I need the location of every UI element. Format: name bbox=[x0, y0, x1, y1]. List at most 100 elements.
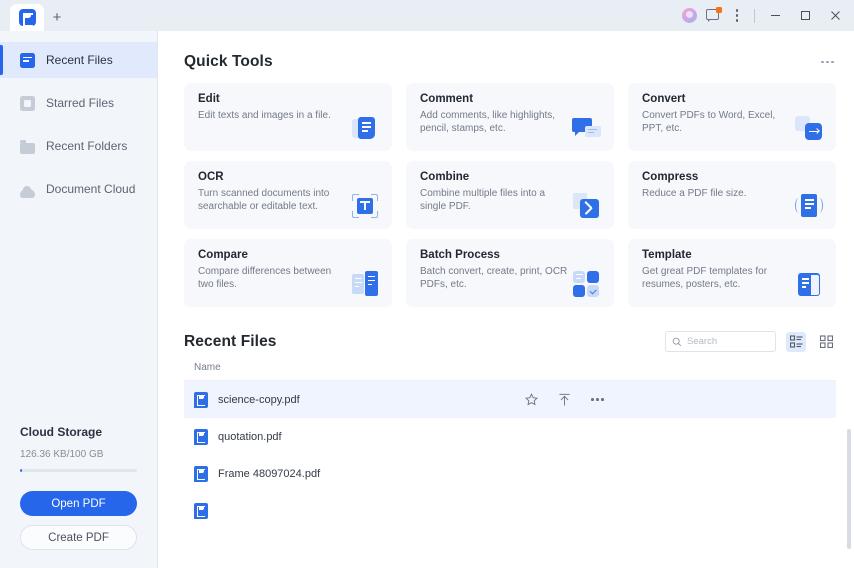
file-name: science-copy.pdf bbox=[218, 393, 300, 406]
tab-active[interactable] bbox=[10, 4, 44, 31]
sidebar-item-label: Starred Files bbox=[46, 96, 115, 110]
cloud-storage-title: Cloud Storage bbox=[20, 425, 103, 439]
divider bbox=[754, 8, 755, 23]
cloud-storage-section: Cloud Storage 126.36 KB/100 GB Open PDF … bbox=[0, 425, 157, 568]
tool-card-convert[interactable]: Convert Convert PDFs to Word, Excel, PPT… bbox=[628, 83, 836, 151]
compare-icon bbox=[350, 269, 380, 299]
tool-title: Comment bbox=[420, 93, 474, 105]
tool-card-compare[interactable]: Compare Compare differences between two … bbox=[184, 239, 392, 307]
tool-description: Convert PDFs to Word, Excel, PPT, etc. bbox=[642, 110, 776, 135]
pdf-file-icon bbox=[194, 391, 208, 408]
tool-card-template[interactable]: Template Get great PDF templates for res… bbox=[628, 239, 836, 307]
tool-description: Edit texts and images in a file. bbox=[198, 110, 331, 121]
tool-title: OCR bbox=[198, 171, 224, 183]
more-horizontal-icon[interactable] bbox=[819, 57, 836, 68]
cloud-storage-progress bbox=[20, 469, 137, 472]
quick-tools-header: Quick Tools bbox=[184, 31, 836, 83]
more-vertical-icon[interactable] bbox=[725, 0, 749, 31]
sidebar: Recent Files Starred Files Recent Folder… bbox=[0, 31, 158, 568]
user-avatar[interactable] bbox=[677, 0, 701, 31]
sidebar-item-label: Recent Folders bbox=[46, 139, 128, 153]
maximize-icon[interactable] bbox=[790, 0, 820, 31]
table-row[interactable]: science-copy.pdf bbox=[184, 381, 836, 418]
tool-card-compress[interactable]: Compress Reduce a PDF file size. bbox=[628, 161, 836, 229]
sidebar-item-recent-files[interactable]: Recent Files bbox=[0, 42, 157, 78]
table-row[interactable]: quotation.pdf bbox=[184, 418, 836, 455]
column-header-name: Name bbox=[184, 362, 836, 381]
tool-card-comment[interactable]: Comment Add comments, like highlights, p… bbox=[406, 83, 614, 151]
tool-description: Batch convert, create, print, OCR PDFs, … bbox=[420, 266, 568, 291]
open-pdf-button[interactable]: Open PDF bbox=[20, 491, 137, 516]
search-box[interactable] bbox=[665, 331, 776, 352]
cloud-storage-usage: 126.36 KB/100 GB bbox=[20, 449, 104, 460]
list-view-icon[interactable] bbox=[786, 331, 806, 352]
grid-view-icon[interactable] bbox=[816, 332, 836, 352]
create-pdf-button[interactable]: Create PDF bbox=[20, 525, 137, 550]
recent-files-toolbar bbox=[665, 331, 836, 352]
close-icon[interactable] bbox=[820, 0, 850, 31]
tool-title: Convert bbox=[642, 93, 686, 105]
page-title: Quick Tools bbox=[184, 53, 273, 70]
pdf-file-icon bbox=[194, 502, 208, 519]
recent-files-header: Recent Files bbox=[184, 307, 836, 362]
star-icon[interactable] bbox=[525, 393, 539, 406]
folder-icon bbox=[20, 140, 35, 154]
quick-tools-grid: Edit Edit texts and images in a file. Co… bbox=[184, 83, 836, 307]
sidebar-item-label: Recent Files bbox=[46, 53, 113, 67]
starred-files-icon bbox=[20, 95, 35, 111]
title-bar: + bbox=[0, 0, 854, 31]
search-input[interactable] bbox=[687, 336, 769, 347]
sidebar-item-recent-folders[interactable]: Recent Folders bbox=[0, 128, 157, 164]
convert-icon bbox=[794, 113, 824, 143]
template-icon bbox=[794, 269, 824, 299]
search-icon bbox=[672, 337, 682, 346]
tool-card-ocr[interactable]: OCR Turn scanned documents into searchab… bbox=[184, 161, 392, 229]
tool-card-edit[interactable]: Edit Edit texts and images in a file. bbox=[184, 83, 392, 151]
app-body: Recent Files Starred Files Recent Folder… bbox=[0, 31, 854, 568]
file-name: quotation.pdf bbox=[218, 430, 282, 443]
file-list: science-copy.pdf quotation.pdf Frame 480… bbox=[184, 381, 836, 529]
comment-icon bbox=[572, 113, 602, 143]
tool-description: Reduce a PDF file size. bbox=[642, 188, 747, 199]
upload-icon[interactable] bbox=[558, 393, 571, 407]
combine-icon bbox=[572, 191, 602, 221]
table-row[interactable]: Frame 48097024.pdf bbox=[184, 455, 836, 492]
tool-title: Compare bbox=[198, 249, 248, 261]
tool-description: Add comments, like highlights, pencil, s… bbox=[420, 110, 556, 135]
edit-icon bbox=[350, 113, 380, 143]
app-window: + Recent Files Starred Files Recent Fold… bbox=[0, 0, 854, 568]
compress-icon bbox=[794, 191, 824, 221]
tool-description: Combine multiple files into a single PDF… bbox=[420, 188, 546, 213]
sidebar-item-starred-files[interactable]: Starred Files bbox=[0, 85, 157, 121]
more-horizontal-icon[interactable] bbox=[591, 398, 604, 401]
row-actions bbox=[525, 393, 822, 407]
table-row[interactable] bbox=[184, 492, 836, 529]
pdf-file-icon bbox=[194, 465, 208, 482]
tool-description: Get great PDF templates for resumes, pos… bbox=[642, 266, 768, 291]
pdf-file-icon bbox=[194, 428, 208, 445]
tool-title: Edit bbox=[198, 93, 220, 105]
main-content: Quick Tools Edit Edit texts and images i… bbox=[158, 31, 854, 568]
recent-files-title: Recent Files bbox=[184, 332, 277, 350]
new-tab-button[interactable]: + bbox=[44, 4, 70, 31]
file-name: Frame 48097024.pdf bbox=[218, 467, 321, 480]
window-controls bbox=[677, 0, 850, 31]
cloud-icon bbox=[20, 185, 35, 198]
tool-title: Compress bbox=[642, 171, 699, 183]
tool-title: Batch Process bbox=[420, 249, 500, 261]
message-icon[interactable] bbox=[701, 0, 725, 31]
tool-description: Turn scanned documents into searchable o… bbox=[198, 188, 330, 213]
pdf-app-logo-icon bbox=[18, 9, 36, 27]
ocr-icon bbox=[350, 191, 380, 221]
sidebar-nav: Recent Files Starred Files Recent Folder… bbox=[0, 31, 157, 214]
sidebar-item-document-cloud[interactable]: Document Cloud bbox=[0, 171, 157, 207]
tool-title: Combine bbox=[420, 171, 470, 183]
tool-card-batch-process[interactable]: Batch Process Batch convert, create, pri… bbox=[406, 239, 614, 307]
recent-files-icon bbox=[20, 52, 35, 68]
scrollbar[interactable] bbox=[847, 429, 851, 549]
tool-card-combine[interactable]: Combine Combine multiple files into a si… bbox=[406, 161, 614, 229]
batch-process-icon bbox=[572, 269, 602, 299]
sidebar-item-label: Document Cloud bbox=[46, 182, 136, 196]
tool-description: Compare differences between two files. bbox=[198, 266, 332, 291]
minimize-icon[interactable] bbox=[760, 0, 790, 31]
